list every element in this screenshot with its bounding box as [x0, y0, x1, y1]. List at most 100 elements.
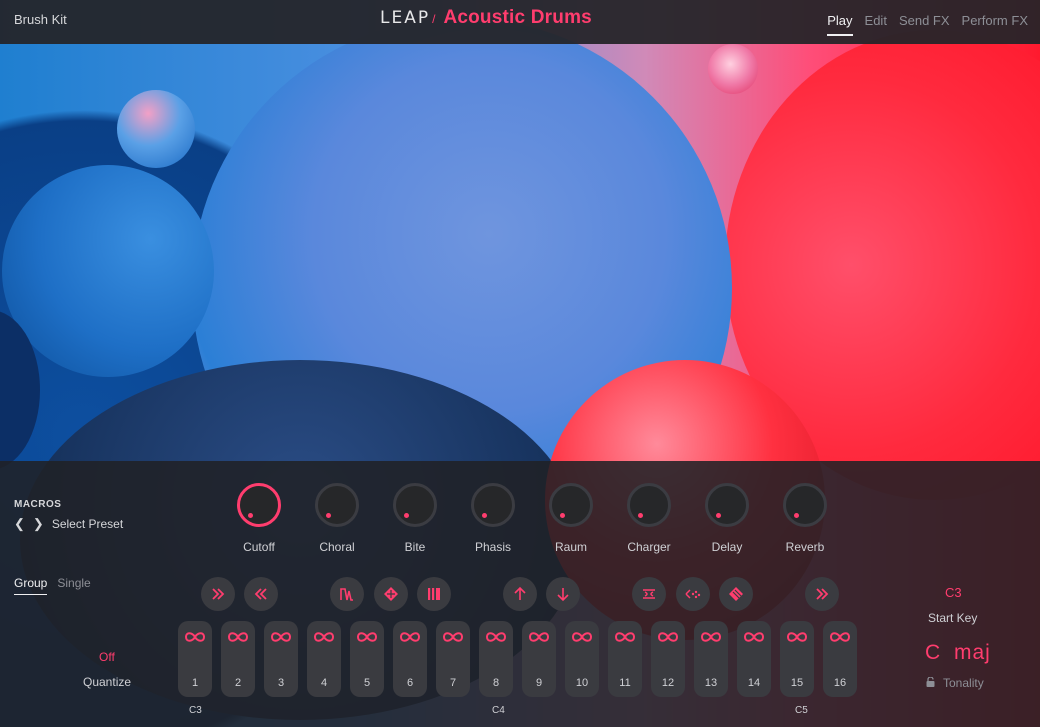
rewind-icon	[254, 588, 267, 600]
pad-5[interactable]: 5	[350, 621, 384, 697]
knob-control[interactable]	[315, 483, 359, 527]
pad-number: 10	[575, 677, 589, 689]
pad-number: 5	[363, 677, 371, 689]
pad-3[interactable]: 3	[264, 621, 298, 697]
scatter-button[interactable]	[374, 577, 408, 611]
pad-number: 1	[191, 677, 199, 689]
fast-forward-button[interactable]	[201, 577, 235, 611]
knob-control[interactable]	[549, 483, 593, 527]
start-key-label: Start Key	[928, 611, 978, 625]
pad-15[interactable]: 15	[780, 621, 814, 697]
reverse-button[interactable]	[632, 577, 666, 611]
pad-8[interactable]: 8	[479, 621, 513, 697]
logo-slash: /	[432, 12, 436, 26]
knob-label: Reverb	[785, 540, 825, 554]
pad-9[interactable]: 9	[522, 621, 556, 697]
knob-control[interactable]	[393, 483, 437, 527]
pad-4[interactable]: 4	[307, 621, 341, 697]
chevron-left-icon[interactable]: ❮	[14, 516, 25, 532]
pad-number: 6	[406, 677, 414, 689]
logo-product-name: Acoustic Drums	[443, 7, 592, 28]
pad-10[interactable]: 10	[565, 621, 599, 697]
scatter-left-button[interactable]	[676, 577, 710, 611]
preset-name[interactable]: Brush Kit	[14, 12, 67, 27]
scatter-alt-button[interactable]	[719, 577, 753, 611]
loop-icon	[829, 632, 851, 642]
logo-brand: LEAP	[380, 8, 431, 28]
pad-number: 11	[619, 677, 631, 689]
tab-group[interactable]: Group	[14, 576, 48, 595]
macros-title: MACROS	[14, 499, 62, 510]
stutter-icon	[428, 588, 440, 600]
bubble-small	[117, 90, 195, 168]
lock-icon[interactable]	[926, 676, 935, 690]
arrow-down-icon	[557, 588, 569, 602]
pitch-up-button[interactable]	[503, 577, 537, 611]
knob-control[interactable]	[783, 483, 827, 527]
pad-6[interactable]: 6	[393, 621, 427, 697]
macro-knob-charger: Charger	[610, 483, 688, 554]
fast-forward-button-2[interactable]	[805, 577, 839, 611]
page-tabs: Play Edit Send FX Perform FX	[827, 13, 1028, 36]
key-label-c4: C4	[492, 705, 505, 716]
pad-number: 16	[833, 677, 847, 689]
group-single-tabs: Group Single	[14, 576, 91, 595]
product-logo: LEAP / Acoustic Drums	[380, 7, 592, 35]
pad-number: 15	[790, 677, 804, 689]
knob-control[interactable]	[237, 483, 281, 527]
pad-number: 13	[704, 677, 718, 689]
quantize-label: Quantize	[83, 675, 132, 689]
stutter-button[interactable]	[417, 577, 451, 611]
tab-send-fx[interactable]: Send FX	[899, 13, 950, 36]
pad-14[interactable]: 14	[737, 621, 771, 697]
tonality-value[interactable]: C maj	[925, 641, 991, 665]
pad-2[interactable]: 2	[221, 621, 255, 697]
macro-knob-reverb: Reverb	[766, 483, 844, 554]
fast-forward-icon	[816, 588, 829, 600]
loop-icon	[657, 632, 679, 642]
select-preset-label[interactable]: Select Preset	[52, 517, 123, 531]
tab-edit[interactable]: Edit	[865, 13, 887, 36]
loop-icon	[442, 632, 464, 642]
scatter-icon	[384, 587, 398, 601]
knob-control[interactable]	[705, 483, 749, 527]
loop-icon	[786, 632, 808, 642]
pad-12[interactable]: 12	[651, 621, 685, 697]
chevron-right-icon[interactable]: ❯	[33, 516, 44, 532]
pad-7[interactable]: 7	[436, 621, 470, 697]
start-key-value[interactable]: C3	[945, 585, 962, 600]
tab-single[interactable]: Single	[57, 576, 90, 595]
knob-label: Cutoff	[243, 540, 275, 554]
reverse-icon	[643, 589, 655, 599]
knob-control[interactable]	[627, 483, 671, 527]
loop-icon	[184, 632, 206, 642]
pad-1[interactable]: 1	[178, 621, 212, 697]
macro-knobs: Cutoff Choral Bite Phasis Raum Charger D…	[220, 483, 844, 554]
key-label-c3: C3	[189, 705, 202, 716]
scatter-left-icon	[685, 589, 701, 599]
quantize-value[interactable]: Off	[99, 650, 115, 664]
pitch-down-button[interactable]	[546, 577, 580, 611]
macro-knob-bite: Bite	[376, 483, 454, 554]
tab-perform-fx[interactable]: Perform FX	[962, 13, 1028, 36]
loop-icon	[399, 632, 421, 642]
macro-knob-cutoff: Cutoff	[220, 483, 298, 554]
rewind-button[interactable]	[244, 577, 278, 611]
tab-play[interactable]: Play	[827, 13, 853, 36]
envelope-button[interactable]	[330, 577, 364, 611]
header-bar: Brush Kit LEAP / Acoustic Drums Play Edi…	[0, 0, 1040, 44]
pad-13[interactable]: 13	[694, 621, 728, 697]
loop-icon	[356, 632, 378, 642]
loop-icon	[313, 632, 335, 642]
pad-number: 4	[320, 677, 328, 689]
pad-number: 2	[234, 677, 242, 689]
loop-icon	[528, 632, 550, 642]
knob-label: Raum	[554, 540, 587, 554]
pad-16[interactable]: 16	[823, 621, 857, 697]
knob-label: Phasis	[474, 540, 512, 554]
pad-11[interactable]: 11	[608, 621, 642, 697]
pad-number: 9	[535, 677, 543, 689]
loop-icon	[700, 632, 722, 642]
loop-icon	[571, 632, 593, 642]
knob-control[interactable]	[471, 483, 515, 527]
